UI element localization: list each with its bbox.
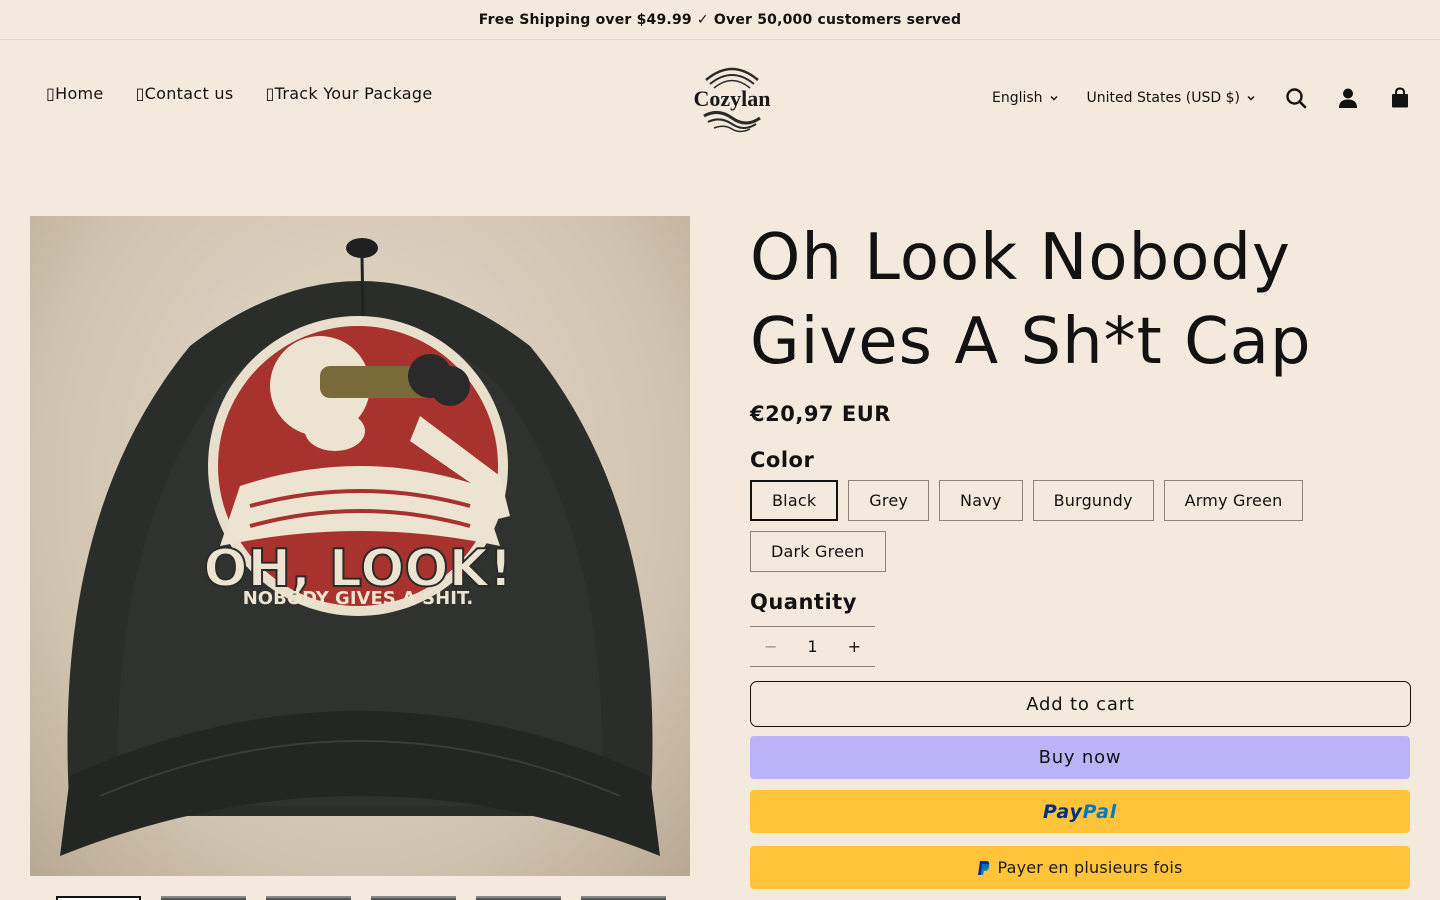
language-value: English — [991, 90, 1043, 106]
quantity-input[interactable]: 1 — [807, 637, 817, 656]
color-option-grey[interactable]: Grey — [848, 480, 930, 521]
thumbnail[interactable] — [266, 896, 351, 900]
paypal-icon — [978, 860, 990, 875]
nav-contact-link[interactable]: ▯Contact us — [136, 84, 234, 103]
brand-name: Cozylan — [694, 86, 771, 111]
product-title: Oh Look Nobody Gives A Sh*t Cap — [750, 221, 1312, 379]
thumbnail[interactable] — [581, 896, 666, 900]
thumbnail[interactable] — [161, 896, 246, 900]
paypal-button[interactable]: Pay Pal — [750, 790, 1410, 833]
thumbnail[interactable] — [56, 896, 141, 900]
color-label: Color — [750, 448, 815, 472]
package-icon: ▯ — [265, 84, 275, 103]
nav-home-label: Home — [55, 84, 104, 103]
image-caption-sub: NOBODY GIVES A SHIT. — [243, 588, 474, 609]
paypal-pay-later-button[interactable]: Payer en plusieurs fois — [750, 846, 1410, 889]
color-option-dark-green[interactable]: Dark Green — [750, 531, 886, 572]
contact-icon: ▯ — [135, 84, 145, 103]
color-option-army-green[interactable]: Army Green — [1163, 480, 1304, 521]
thumbnail[interactable] — [476, 896, 561, 900]
announcement-text: Free Shipping over $49.99 ✓ Over 50,000 … — [478, 11, 962, 28]
announcement-bar: Free Shipping over $49.99 ✓ Over 50,000 … — [0, 0, 1440, 40]
color-options: Black Grey Navy Burgundy Army Green Dark… — [750, 480, 1350, 572]
paypal-logo-part1: Pay — [1042, 800, 1083, 823]
language-selector[interactable]: English — [992, 90, 1059, 106]
chevron-down-icon — [1050, 96, 1058, 101]
search-icon[interactable] — [1284, 86, 1308, 110]
color-option-black[interactable]: Black — [750, 480, 839, 521]
color-option-burgundy[interactable]: Burgundy — [1032, 480, 1154, 521]
chevron-down-icon — [1247, 96, 1255, 101]
product-info: Oh Look Nobody Gives A Sh*t Cap €20,97 E… — [750, 216, 1411, 889]
country-value: United States (USD $) — [1086, 90, 1240, 106]
paypal-logo-part2: Pal — [1082, 800, 1118, 823]
country-selector[interactable]: United States (USD $) — [1087, 90, 1256, 106]
add-to-cart-button[interactable]: Add to cart — [750, 681, 1411, 727]
product-price: €20,97 EUR — [750, 402, 891, 426]
quantity-label: Quantity — [750, 590, 857, 614]
thumbnail-strip — [56, 896, 666, 900]
nav-track-link[interactable]: ▯Track Your Package — [265, 84, 432, 103]
header-actions: English United States (USD $) — [992, 84, 1412, 112]
nav-track-label: Track Your Package — [274, 84, 433, 103]
home-icon: ▯ — [46, 84, 56, 103]
brand-logo[interactable]: Cozylan — [690, 58, 774, 138]
buy-now-label: Buy now — [1038, 747, 1122, 768]
quantity-decrease-button[interactable]: − — [764, 637, 777, 656]
account-icon[interactable] — [1336, 86, 1360, 110]
product-image[interactable]: OH, LOOK! NOBODY GIVES A SHIT. — [30, 216, 690, 876]
thumbnail[interactable] — [371, 896, 456, 900]
quantity-increase-button[interactable]: + — [848, 637, 861, 656]
pay-later-label: Payer en plusieurs fois — [997, 858, 1183, 877]
nav-contact-label: Contact us — [144, 84, 234, 103]
add-to-cart-label: Add to cart — [1026, 693, 1135, 715]
nav-home-link[interactable]: ▯Home — [46, 84, 104, 103]
quantity-stepper: − 1 + — [750, 626, 875, 667]
buy-now-button[interactable]: Buy now — [750, 736, 1410, 779]
main-nav: ▯Home ▯Contact us ▯Track Your Package — [46, 84, 433, 103]
cart-icon[interactable] — [1388, 86, 1412, 110]
color-option-navy[interactable]: Navy — [939, 480, 1023, 521]
